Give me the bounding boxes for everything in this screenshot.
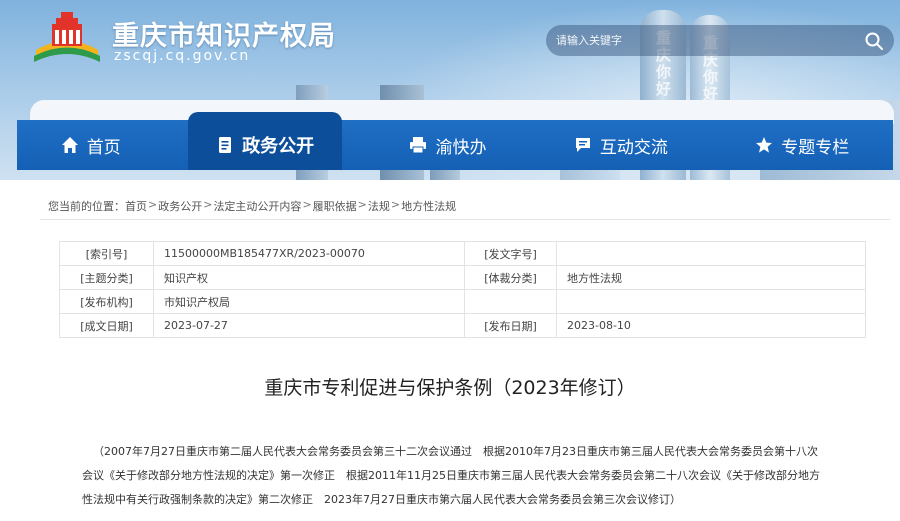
search-icon[interactable]: [864, 31, 884, 51]
info-label: [发布机构]: [59, 289, 154, 314]
info-label: [体裁分类]: [464, 265, 557, 290]
info-value: 知识产权: [153, 265, 465, 290]
info-label: [464, 289, 557, 314]
nav-item-label: 互动交流: [599, 137, 668, 158]
nav-item-home[interactable]: 首页: [41, 120, 141, 170]
cnipa-logo-icon[interactable]: [30, 10, 104, 70]
breadcrumb-separator: >: [390, 198, 401, 211]
breadcrumb-link[interactable]: 地方性法规: [401, 198, 456, 214]
printer-icon: [410, 137, 427, 154]
breadcrumb-separator: >: [302, 198, 312, 211]
nav-item-label: 首页: [86, 137, 121, 158]
info-label: [成文日期]: [59, 313, 154, 338]
nav-item-label: 专题专栏: [781, 137, 850, 158]
search-box: [546, 25, 894, 56]
main-nav: 首页 政务公开 渝快办 互动交流 专题专栏: [17, 112, 893, 170]
table-row: [成文日期] 2023-07-27 [发布日期] 2023-08-10: [59, 313, 866, 338]
document-info-table: [索引号] 11500000MB185477XR/2023-00070 [发文字…: [59, 241, 866, 338]
table-row: [主题分类] 知识产权 [体裁分类] 地方性法规: [59, 265, 866, 290]
breadcrumb-link[interactable]: 首页: [125, 198, 147, 214]
breadcrumb-separator: >: [203, 198, 213, 211]
breadcrumb: 您当前的位置： 首页 > 政务公开 > 法定主动公开内容 > 履职依据 > 法规…: [48, 198, 456, 214]
breadcrumb-prefix: 您当前的位置：: [48, 200, 125, 213]
info-label: [发布日期]: [464, 313, 557, 338]
breadcrumb-separator: >: [148, 198, 158, 211]
breadcrumb-link[interactable]: 法定主动公开内容: [213, 198, 301, 214]
document-preamble: （2007年7月27日重庆市第二届人民代表大会常务委员会第三十二次会议通过 根据…: [82, 445, 820, 506]
document-title: 重庆市专利促进与保护条例（2023年修订）: [264, 377, 636, 399]
info-value: [556, 241, 866, 266]
info-value: 地方性法规: [556, 265, 866, 290]
search-input[interactable]: [556, 30, 856, 51]
info-label: [发文字号]: [464, 241, 557, 266]
info-value: 2023-08-10: [556, 313, 866, 338]
info-value: [556, 289, 866, 314]
info-label: [索引号]: [59, 241, 154, 266]
home-icon: [61, 137, 78, 153]
star-icon: [756, 137, 773, 153]
info-value: 11500000MB185477XR/2023-00070: [153, 241, 465, 266]
site-domain: zscqj.cq.gov.cn: [114, 48, 251, 64]
nav-item-label: 政务公开: [242, 136, 315, 157]
nav-item-government-affairs[interactable]: 政务公开: [188, 112, 343, 170]
document-icon: [219, 137, 232, 153]
table-row: [索引号] 11500000MB185477XR/2023-00070 [发文字…: [59, 241, 866, 266]
nav-item-special-topics[interactable]: 专题专栏: [735, 120, 869, 170]
breadcrumb-link[interactable]: 法规: [368, 198, 390, 214]
nav-item-interaction[interactable]: 互动交流: [554, 120, 688, 170]
breadcrumb-link[interactable]: 政务公开: [158, 198, 202, 214]
info-label: [主题分类]: [59, 265, 154, 290]
nav-item-yukuaiban[interactable]: 渝快办: [389, 120, 506, 170]
breadcrumb-link[interactable]: 履职依据: [313, 198, 357, 214]
table-row: [发布机构] 市知识产权局: [59, 289, 866, 314]
divider: [40, 219, 890, 220]
info-value: 2023-07-27: [153, 313, 465, 338]
breadcrumb-separator: >: [357, 198, 367, 211]
info-value: 市知识产权局: [153, 289, 465, 314]
chat-icon: [575, 138, 590, 152]
nav-item-label: 渝快办: [435, 137, 487, 158]
